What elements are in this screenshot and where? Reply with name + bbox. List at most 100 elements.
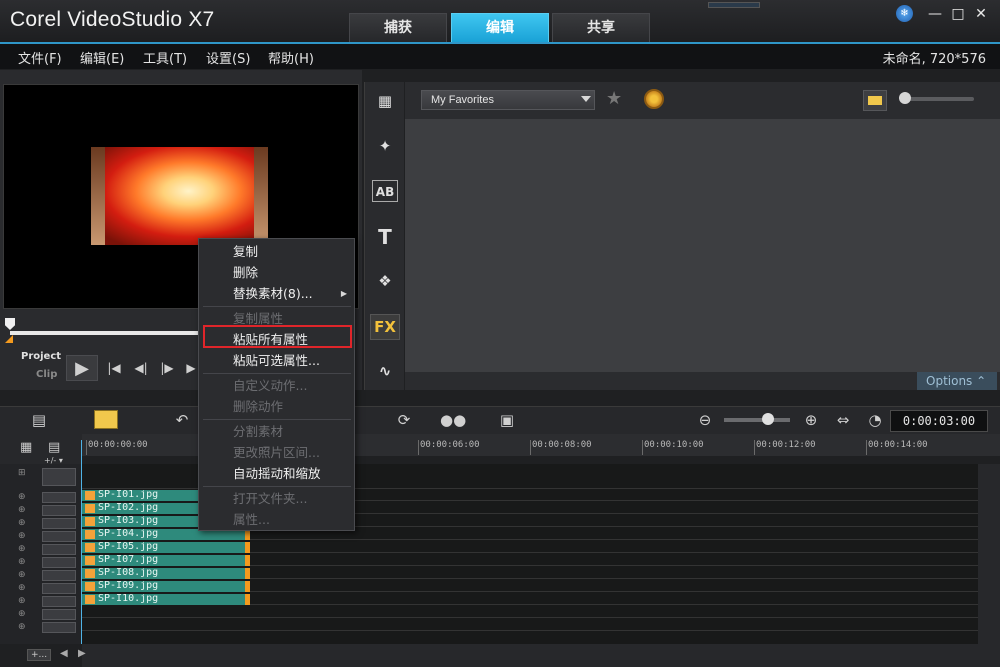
path-icon[interactable]: ∿ bbox=[372, 360, 398, 382]
overlay-track-head[interactable] bbox=[42, 570, 76, 581]
lock-icon[interactable]: ⊕ bbox=[18, 557, 26, 567]
overlay-track-head[interactable] bbox=[42, 518, 76, 529]
video-track-icon[interactable]: ▦ bbox=[20, 440, 32, 455]
project-mode-label[interactable]: Project bbox=[21, 351, 61, 362]
clip-thumbnail bbox=[85, 543, 95, 552]
all-tracks-icon[interactable]: ▤ bbox=[48, 440, 60, 455]
options-button[interactable]: Options ⌃ bbox=[917, 372, 997, 390]
overlay-track-head[interactable] bbox=[42, 492, 76, 503]
end-button[interactable]: ▶ bbox=[184, 355, 198, 381]
menu-tools[interactable]: 工具(T) bbox=[143, 48, 187, 67]
timeline-clip[interactable]: SP-I10.jpg bbox=[82, 594, 250, 605]
lock-icon[interactable]: ⊕ bbox=[18, 492, 26, 502]
voice-track[interactable] bbox=[82, 619, 978, 631]
add-favorite-icon[interactable]: ★ bbox=[606, 88, 622, 109]
sound-mixer-icon[interactable]: ●● bbox=[440, 410, 466, 430]
timeline-clip[interactable]: SP-I05.jpg bbox=[82, 542, 250, 553]
overlay-track-head[interactable] bbox=[42, 544, 76, 555]
overlay-track-head[interactable] bbox=[42, 531, 76, 542]
menu-item-delete[interactable]: 删除 bbox=[199, 262, 354, 283]
title-icon[interactable]: T bbox=[372, 226, 398, 248]
filter-icon[interactable]: FX bbox=[370, 314, 400, 340]
film-reel-icon[interactable] bbox=[644, 89, 664, 109]
title-track-head[interactable] bbox=[42, 609, 76, 620]
scroll-right-icon[interactable]: ▶ bbox=[78, 648, 86, 659]
lock-icon[interactable]: ⊕ bbox=[18, 583, 26, 593]
overlay-track-head[interactable] bbox=[42, 596, 76, 607]
vertical-scrollbar[interactable] bbox=[978, 464, 1000, 644]
zoom-in-icon[interactable]: ⊕ bbox=[802, 410, 820, 430]
clip-end-handle[interactable] bbox=[245, 555, 250, 566]
scrubber-bar[interactable] bbox=[10, 331, 200, 335]
play-button[interactable]: ▶ bbox=[66, 355, 98, 381]
storyboard-view-button[interactable] bbox=[94, 410, 118, 429]
timeline-view-icon[interactable]: ▤ bbox=[27, 410, 51, 430]
menu-item-auto-pan-zoom[interactable]: 自动摇动和缩放 bbox=[199, 463, 354, 484]
tab-share[interactable]: 共享 bbox=[552, 13, 650, 42]
lock-icon[interactable]: ⊕ bbox=[18, 570, 26, 580]
timeline-clip[interactable]: SP-I08.jpg bbox=[82, 568, 250, 579]
add-track-button[interactable]: +... bbox=[27, 649, 52, 661]
tab-edit[interactable]: 编辑 bbox=[451, 13, 549, 42]
title-track[interactable] bbox=[82, 606, 978, 618]
help-icon[interactable]: ❄ bbox=[896, 5, 913, 22]
menu-settings[interactable]: 设置(S) bbox=[206, 48, 250, 67]
overlay-track-head[interactable] bbox=[42, 583, 76, 594]
subtitle-editor-icon[interactable]: ▣ bbox=[496, 410, 518, 430]
lock-icon[interactable]: ⊕ bbox=[18, 531, 26, 541]
record-capture-icon[interactable]: ⟳ bbox=[393, 410, 415, 430]
thumbnail-size-knob[interactable] bbox=[899, 92, 911, 104]
timeline-playhead[interactable] bbox=[81, 440, 82, 644]
menu-file[interactable]: 文件(F) bbox=[18, 48, 62, 67]
previous-frame-button[interactable]: ◀| bbox=[130, 355, 152, 381]
clip-end-handle[interactable] bbox=[245, 594, 250, 605]
thumbnail-view-button[interactable] bbox=[863, 90, 887, 111]
voice-track-head[interactable] bbox=[42, 622, 76, 633]
media-icon[interactable]: ▦ bbox=[372, 90, 398, 112]
lock-icon[interactable]: ⊕ bbox=[18, 544, 26, 554]
overlay-track-head[interactable] bbox=[42, 557, 76, 568]
lock-icon[interactable]: ⊕ bbox=[18, 596, 26, 606]
lock-icon[interactable]: ⊕ bbox=[18, 609, 26, 619]
track-toggle-icon[interactable]: ⊞ bbox=[18, 468, 26, 478]
tab-capture[interactable]: 捕获 bbox=[349, 13, 447, 42]
maximize-button[interactable]: □ bbox=[947, 4, 969, 24]
close-button[interactable]: ✕ bbox=[970, 4, 992, 24]
library-content[interactable] bbox=[405, 119, 1000, 372]
fit-project-icon[interactable]: ⇔ bbox=[834, 410, 852, 430]
transition-icon[interactable]: AB bbox=[372, 180, 398, 202]
instant-project-icon[interactable]: ✦ bbox=[372, 135, 398, 157]
timeline-clip[interactable]: SP-I09.jpg bbox=[82, 581, 250, 592]
menu-edit[interactable]: 编辑(E) bbox=[80, 48, 124, 67]
timeline-scroll-bar[interactable]: ◀ ▶ bbox=[60, 644, 1000, 667]
graphic-icon[interactable]: ❖ bbox=[372, 270, 398, 292]
menu-help[interactable]: 帮助(H) bbox=[268, 48, 314, 67]
menu-item-delete-motion: 删除动作 bbox=[233, 399, 284, 414]
clip-mode-label[interactable]: Clip bbox=[36, 369, 57, 380]
zoom-slider[interactable] bbox=[724, 418, 790, 422]
scroll-left-icon[interactable]: ◀ bbox=[60, 648, 68, 659]
clip-end-handle[interactable] bbox=[245, 542, 250, 553]
library-category-select[interactable]: My Favorites bbox=[421, 90, 595, 110]
zoom-out-icon[interactable]: ⊖ bbox=[696, 410, 714, 430]
lock-icon[interactable]: ⊕ bbox=[18, 518, 26, 528]
video-track-head[interactable] bbox=[42, 468, 76, 486]
thumbnail-size-slider[interactable] bbox=[901, 97, 974, 101]
zoom-knob[interactable] bbox=[762, 413, 774, 425]
undo-icon[interactable]: ↶ bbox=[172, 410, 192, 430]
lock-icon[interactable]: ⊕ bbox=[18, 505, 26, 515]
timecode-display[interactable]: 0:00:03:00 bbox=[890, 410, 988, 432]
menu-item-replace[interactable]: 替换素材(8)... ▶ bbox=[199, 283, 354, 304]
chevron-down-icon[interactable] bbox=[581, 96, 591, 102]
menu-item-paste-selected-attributes[interactable]: 粘贴可选属性... bbox=[199, 350, 354, 371]
overlay-track-head[interactable] bbox=[42, 505, 76, 516]
ruler-tick bbox=[418, 440, 419, 455]
minimize-button[interactable]: — bbox=[924, 4, 946, 24]
clip-end-handle[interactable] bbox=[245, 581, 250, 592]
menu-item-copy[interactable]: 复制 bbox=[199, 241, 354, 262]
next-frame-button[interactable]: |▶ bbox=[156, 355, 178, 381]
home-button[interactable]: |◀ bbox=[104, 355, 124, 381]
lock-icon[interactable]: ⊕ bbox=[18, 622, 26, 632]
clip-end-handle[interactable] bbox=[245, 568, 250, 579]
timeline-clip[interactable]: SP-I07.jpg bbox=[82, 555, 250, 566]
